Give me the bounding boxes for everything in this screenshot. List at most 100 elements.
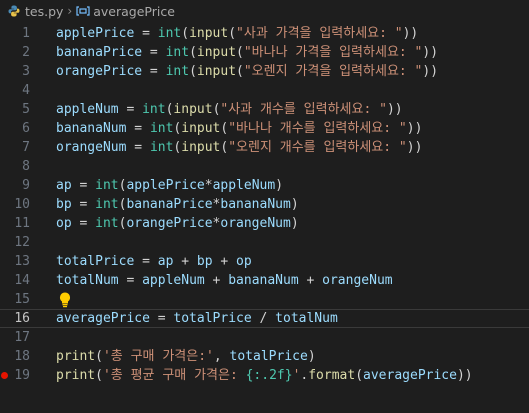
code-token: totalNum bbox=[56, 273, 119, 288]
line-number: 16 bbox=[14, 311, 30, 326]
code-token: = bbox=[126, 140, 150, 155]
breadcrumb-file[interactable]: tes.py bbox=[25, 4, 63, 19]
code-token: = bbox=[134, 26, 158, 41]
line-number: 6 bbox=[22, 121, 30, 136]
code-token: bananaPrice bbox=[126, 197, 213, 212]
code-token: orangeNum bbox=[56, 140, 127, 155]
code-token: '총 평균 구매 가격은: bbox=[102, 368, 246, 383]
code-token: input bbox=[196, 45, 237, 60]
code-line[interactable]: 8 bbox=[0, 157, 529, 176]
code-token: {:.2f} bbox=[245, 368, 293, 383]
code-token: ( bbox=[189, 64, 197, 79]
code-token: bp bbox=[56, 197, 72, 212]
code-token: "사과 개수를 입력하세요: " bbox=[220, 102, 387, 117]
code-token: )) bbox=[422, 45, 439, 60]
code-token: bp bbox=[196, 254, 213, 269]
code-token: totalPrice bbox=[56, 254, 135, 269]
code-token: bananaNum bbox=[228, 273, 299, 288]
code-token: op bbox=[56, 216, 72, 231]
code-token: "오렌지 가격을 입력하세요: " bbox=[243, 64, 423, 79]
code-line[interactable]: 17 bbox=[0, 328, 529, 347]
code-line[interactable]: 19 print('총 평균 구매 가격은: {:.2f}'.format(ave… bbox=[0, 366, 529, 385]
code-token: = bbox=[149, 311, 174, 326]
code-token: = bbox=[134, 254, 158, 269]
code-line[interactable]: 12 bbox=[0, 233, 529, 252]
code-token: = bbox=[118, 273, 143, 288]
code-line[interactable]: 15 bbox=[0, 290, 529, 309]
code-token: orangePrice bbox=[126, 216, 213, 231]
code-token: int bbox=[149, 140, 174, 155]
line-number: 3 bbox=[22, 64, 30, 79]
breakpoint-icon[interactable] bbox=[1, 372, 8, 379]
line-number: 1 bbox=[22, 26, 30, 41]
code-token: orangeNum bbox=[220, 216, 291, 231]
code-token: )) bbox=[456, 368, 473, 383]
code-line[interactable]: 11 op = int(orangePrice*orangeNum) bbox=[0, 214, 529, 233]
code-token: / bbox=[251, 311, 276, 326]
line-number: 12 bbox=[14, 235, 30, 250]
code-token: applePrice bbox=[56, 26, 135, 41]
code-line[interactable]: 9 ap = int(applePrice*appleNum) bbox=[0, 176, 529, 195]
code-token: = bbox=[142, 45, 166, 60]
code-token: ( bbox=[236, 45, 244, 60]
code-token: format bbox=[308, 368, 356, 383]
code-text: orangePrice = int(input("오렌지 가격을 입력하세요: … bbox=[56, 62, 438, 81]
code-token: ( bbox=[355, 368, 364, 383]
code-line[interactable]: 14 totalNum = appleNum + bananaNum + oran… bbox=[0, 271, 529, 290]
code-token: "오렌지 개수를 입력하세요: " bbox=[228, 140, 407, 155]
code-line[interactable]: 4 bbox=[0, 81, 529, 100]
lightbulb-icon[interactable] bbox=[58, 291, 72, 308]
code-token: "바나나 가격을 입력하세요: " bbox=[243, 45, 423, 60]
code-token: appleNum bbox=[56, 102, 119, 117]
code-text: ap = int(applePrice*appleNum) bbox=[56, 176, 283, 195]
code-line[interactable]: 13 totalPrice = ap + bp + op bbox=[0, 252, 529, 271]
code-token: ( bbox=[95, 368, 103, 383]
line-number: 4 bbox=[22, 83, 30, 98]
code-token: bananaPrice bbox=[56, 45, 143, 60]
code-token: )) bbox=[406, 140, 423, 155]
code-token: ( bbox=[189, 45, 197, 60]
code-text: print('총 구매 가격은:', totalPrice) bbox=[56, 347, 316, 366]
code-token: bananaNum bbox=[220, 197, 291, 212]
code-line[interactable]: 1 applePrice = int(input("사과 가격을 입력하세요: "… bbox=[0, 24, 529, 43]
code-token: averagePrice bbox=[363, 368, 457, 383]
code-line[interactable]: 7 orangeNum = int(input("오렌지 개수를 입력하세요: "… bbox=[0, 138, 529, 157]
code-token: * bbox=[204, 178, 213, 193]
breadcrumb-symbol[interactable]: averagePrice bbox=[93, 4, 175, 19]
code-text: bananaNum = int(input("바나나 개수를 입력하세요: ")… bbox=[56, 119, 422, 138]
code-token: = bbox=[142, 64, 166, 79]
code-token: int bbox=[149, 121, 174, 136]
code-editor[interactable]: 1 applePrice = int(input("사과 가격을 입력하세요: "… bbox=[0, 22, 529, 413]
code-token: int bbox=[142, 102, 166, 117]
code-line[interactable]: 16 averagePrice = totalPrice / totalNum bbox=[0, 309, 529, 328]
code-line[interactable]: 10 bp = int(bananaPrice*bananaNum) bbox=[0, 195, 529, 214]
code-line[interactable]: 18 print('총 구매 가격은:', totalPrice) bbox=[0, 347, 529, 366]
code-text: totalPrice = ap + bp + op bbox=[56, 252, 252, 271]
code-token: + bbox=[212, 254, 237, 269]
code-token: int bbox=[95, 216, 119, 231]
code-token: applePrice bbox=[126, 178, 205, 193]
code-line[interactable]: 2 bananaPrice = int(input("바나나 가격을 입력하세요:… bbox=[0, 43, 529, 62]
code-token: input bbox=[181, 140, 221, 155]
code-token: input bbox=[181, 121, 221, 136]
code-token: appleNum bbox=[212, 178, 276, 193]
line-number: 13 bbox=[14, 254, 30, 269]
python-icon bbox=[8, 5, 20, 17]
code-token: = bbox=[118, 102, 143, 117]
code-line[interactable]: 6 bananaNum = int(input("바나나 개수를 입력하세요: "… bbox=[0, 119, 529, 138]
code-token: ap bbox=[56, 178, 72, 193]
code-token: = bbox=[71, 197, 96, 212]
code-token: '총 구매 가격은:' bbox=[102, 349, 214, 364]
code-token: input bbox=[173, 102, 213, 117]
code-token: "사과 가격을 입력하세요: " bbox=[236, 26, 403, 41]
code-line[interactable]: 3 orangePrice = int(input("오렌지 가격을 입력하세요:… bbox=[0, 62, 529, 81]
code-token: print bbox=[56, 349, 96, 364]
code-line[interactable]: 5 appleNum = int(input("사과 개수를 입력하세요: ")) bbox=[0, 100, 529, 119]
code-token: )) bbox=[402, 26, 419, 41]
code-token: int bbox=[165, 45, 190, 60]
code-token: ) bbox=[290, 216, 299, 231]
code-token: ) bbox=[307, 349, 316, 364]
code-text: print('총 평균 구매 가격은: {:.2f}'.format(avera… bbox=[56, 366, 473, 385]
code-token: ap bbox=[157, 254, 174, 269]
code-token: , bbox=[213, 349, 230, 364]
